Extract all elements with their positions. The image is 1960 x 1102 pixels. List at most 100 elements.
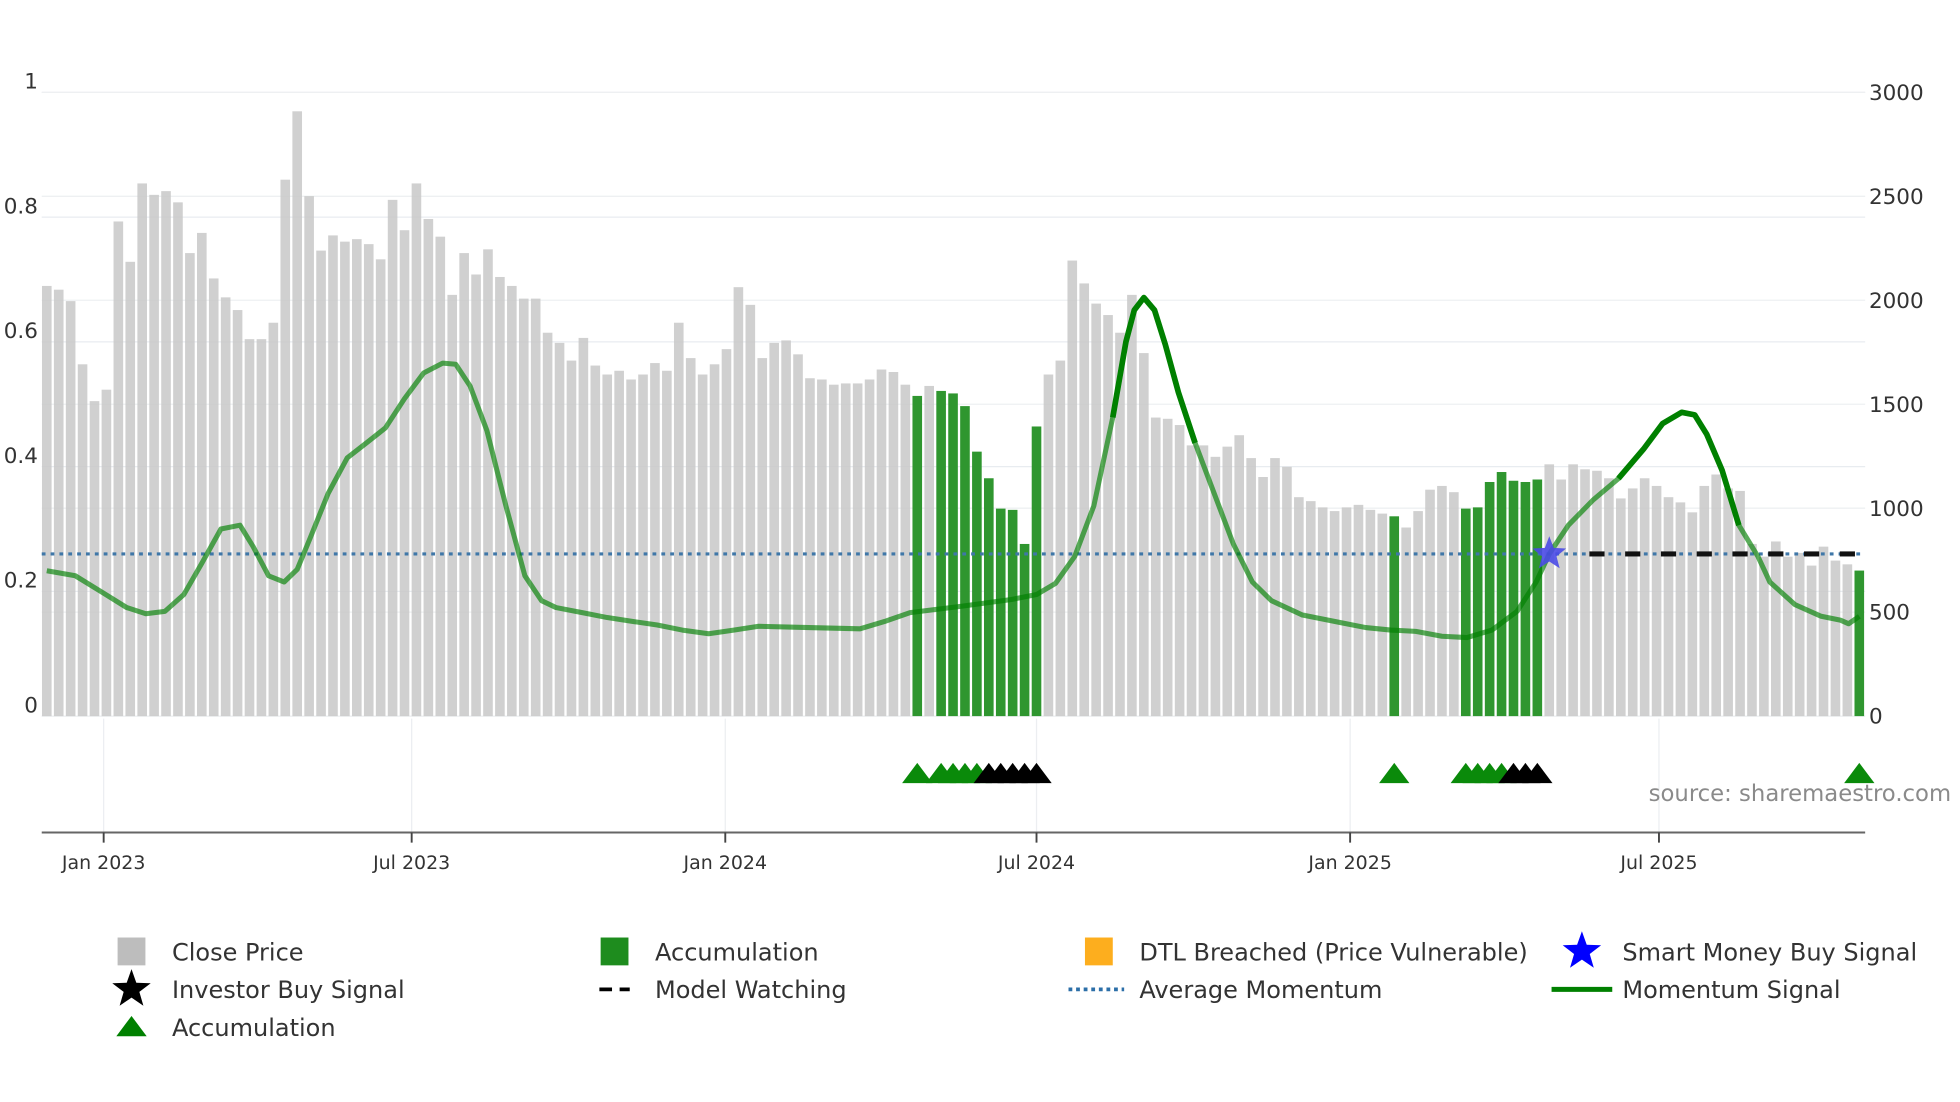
close-price-bar: [852, 383, 863, 717]
close-price-bar: [745, 304, 756, 717]
close-price-bar: [864, 379, 875, 717]
close-price-bar: [41, 285, 52, 717]
close-price-bar: [876, 369, 887, 717]
close-price-bar: [1806, 565, 1817, 717]
close-price-bar: [1437, 485, 1447, 717]
accumulation-bar: [1496, 472, 1507, 717]
close-price-bar: [1329, 511, 1340, 717]
accumulation-bar: [1508, 480, 1519, 717]
accumulation-bar: [984, 478, 994, 717]
close-price-bar: [1365, 509, 1376, 717]
right-y-tick-label: 500: [1869, 601, 1910, 626]
close-price-bar: [1067, 260, 1078, 717]
close-price-bar: [626, 379, 636, 717]
close-price-bar: [220, 297, 231, 717]
right-y-tick-label: 0: [1869, 705, 1883, 730]
legend-item: Smart Money Buy Signal: [1562, 931, 1917, 968]
close-price-bar: [352, 239, 362, 717]
close-price-bar: [1687, 512, 1698, 717]
close-price-bar: [1150, 417, 1161, 717]
close-price-bar: [924, 385, 934, 717]
model-watching-dash: [1696, 551, 1712, 557]
close-price-bar: [423, 218, 434, 717]
legend-item: Close Price: [117, 937, 304, 966]
close-price-bar: [363, 244, 374, 717]
close-price-bar: [1627, 488, 1638, 717]
close-price-bar: [542, 332, 553, 717]
close-price-bar: [507, 285, 517, 717]
close-price-bar: [53, 289, 64, 717]
close-price-bar: [280, 179, 291, 717]
model-watching-dash: [1839, 551, 1855, 557]
legend-item: DTL Breached (Price Vulnerable): [1084, 937, 1528, 966]
accumulation-bar: [972, 451, 982, 717]
close-price-bar: [900, 384, 911, 717]
close-price-bar: [1127, 294, 1137, 717]
close-price-bar: [1842, 564, 1853, 717]
close-price-bar: [1186, 445, 1197, 717]
close-price-bar: [125, 261, 136, 717]
close-price-bar: [1782, 556, 1793, 717]
accumulation-bar: [1854, 570, 1865, 717]
close-price-bar: [1544, 464, 1555, 717]
close-price-bar: [733, 287, 744, 717]
close-price-bar: [1079, 283, 1090, 717]
close-price-bar: [662, 370, 672, 717]
model-watching-dash: [1625, 551, 1641, 557]
close-price-bar: [697, 374, 708, 717]
close-price-bar: [1747, 543, 1757, 717]
close-price-bar: [1663, 497, 1674, 717]
accumulation-bar: [1472, 507, 1483, 717]
close-price-bar: [673, 322, 684, 717]
left-y-tick-label: 0.8: [4, 194, 38, 219]
left-y-tick-label: 0.2: [4, 569, 38, 594]
x-tick-label: Jul 2023: [372, 852, 450, 874]
close-price-bar: [1830, 560, 1841, 717]
close-price-bar: [1282, 466, 1292, 717]
left-y-tick-label: 1: [24, 70, 38, 95]
close-price-bar: [530, 298, 541, 717]
close-price-bar: [578, 337, 589, 717]
close-price-bar: [208, 278, 219, 717]
x-tick-label: Jul 2024: [997, 852, 1075, 874]
close-price-bar: [590, 365, 601, 717]
close-price-bar: [459, 253, 469, 717]
x-tick-label: Jan 2023: [61, 852, 146, 874]
close-price-bar: [1425, 489, 1435, 717]
close-price-bar: [554, 342, 565, 717]
close-price-bar: [1675, 502, 1686, 717]
accumulation-bar: [1460, 508, 1471, 717]
close-price-bar: [399, 230, 410, 717]
left-y-tick-label: 0.6: [4, 319, 38, 344]
close-price-bar: [1043, 374, 1054, 717]
close-price-bar: [244, 339, 255, 717]
close-price-bar: [1413, 511, 1423, 717]
close-price-bar: [185, 253, 195, 717]
legend-label: DTL Breached (Price Vulnerable): [1139, 938, 1527, 966]
close-price-bar: [232, 310, 243, 717]
close-price-bar: [888, 372, 899, 717]
x-tick-label: Jan 2024: [683, 852, 768, 874]
close-price-bar: [387, 199, 398, 717]
close-price-bar: [1317, 507, 1328, 717]
accumulation-bar: [1031, 426, 1042, 717]
close-price-bar: [1401, 527, 1411, 717]
accumulation-bar: [995, 508, 1006, 717]
legend-label: Investor Buy Signal: [172, 976, 405, 1004]
left-y-tick-label: 0: [24, 693, 38, 718]
close-price-bar: [65, 301, 76, 717]
close-price-bar: [781, 340, 791, 717]
model-watching-dash: [1660, 551, 1677, 557]
close-price-bar: [1270, 458, 1280, 717]
close-price-bar: [1353, 504, 1364, 717]
close-price-bar: [1305, 501, 1316, 717]
right-y-tick-label: 2500: [1869, 185, 1924, 210]
close-price-bar: [113, 221, 124, 717]
accumulation-triangle: [902, 762, 933, 784]
model-watching-dash: [1804, 551, 1820, 557]
close-price-bar: [1818, 546, 1829, 717]
close-price-bar: [149, 194, 159, 717]
accumulation-bar: [912, 395, 923, 717]
accumulation-bar: [1532, 479, 1543, 717]
close-price-bar: [721, 349, 732, 717]
